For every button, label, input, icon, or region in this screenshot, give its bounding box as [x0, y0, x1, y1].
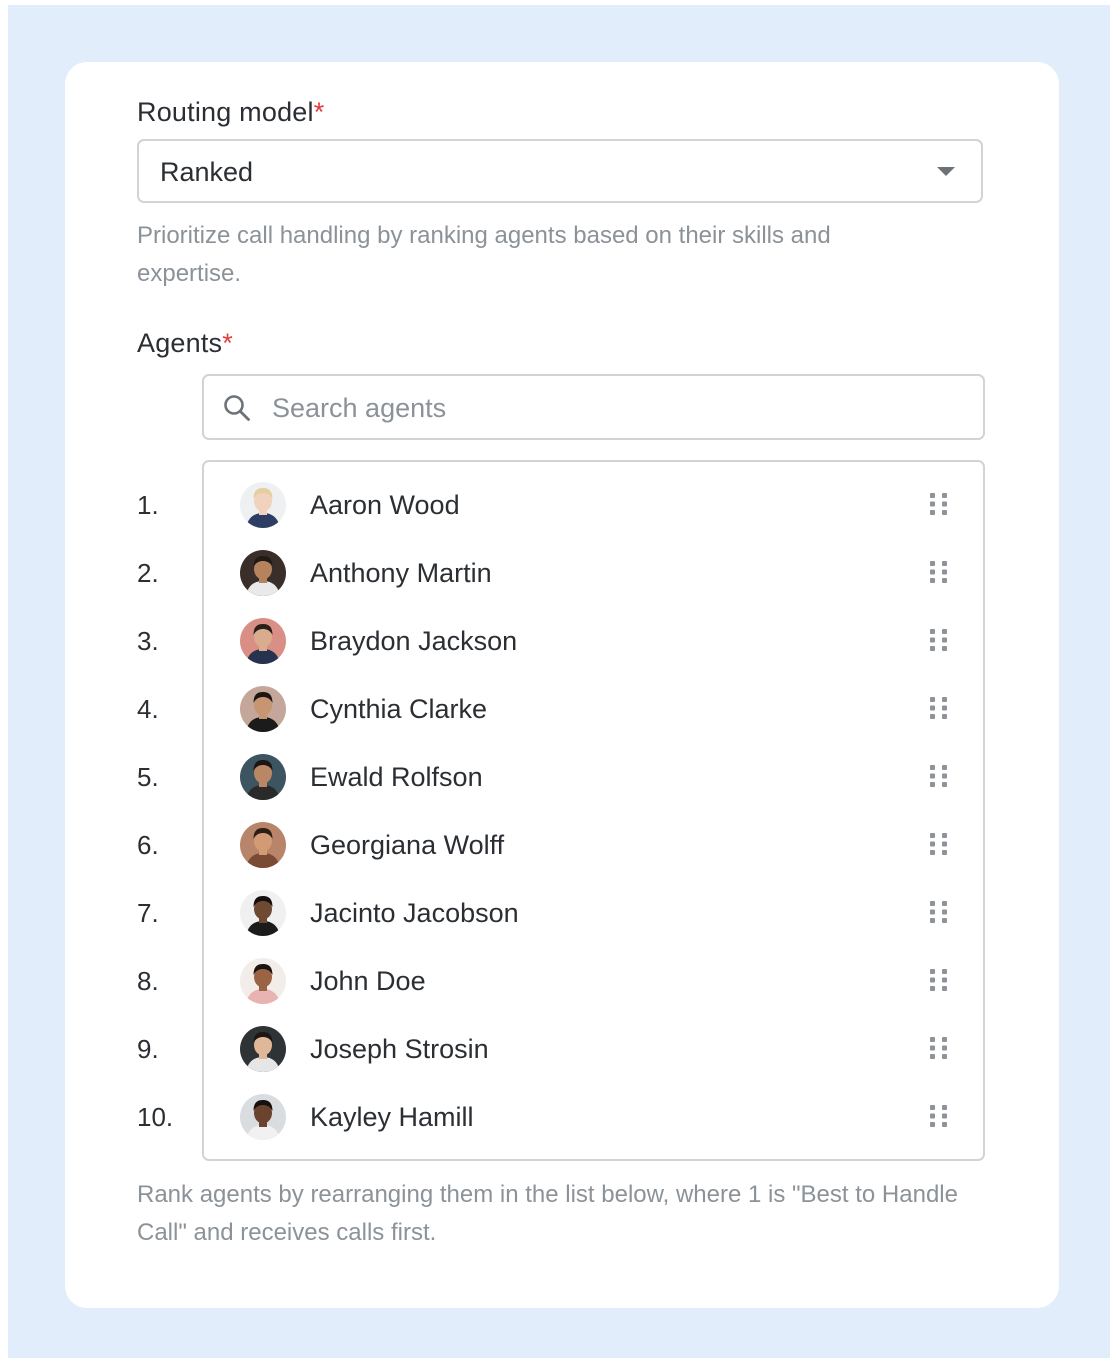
drag-handle-icon[interactable]	[928, 491, 950, 521]
avatar	[240, 822, 286, 868]
agent-name: Anthony Martin	[310, 558, 492, 588]
avatar	[240, 482, 286, 528]
rank-number: 6.	[137, 830, 159, 860]
agent-row[interactable]: Jacinto Jacobson	[204, 879, 983, 947]
drag-handle-icon[interactable]	[928, 627, 950, 657]
rank-number: 2.	[137, 558, 159, 588]
search-icon	[224, 395, 250, 421]
routing-model-value: Ranked	[160, 157, 254, 187]
routing-model-select[interactable]: Ranked	[137, 139, 983, 203]
avatar	[240, 1026, 286, 1072]
rank-number: 1.	[137, 490, 159, 520]
rank-number: 3.	[137, 626, 159, 656]
routing-model-label: Routing model*	[137, 97, 325, 127]
agent-name: Joseph Strosin	[310, 1034, 489, 1064]
agent-row[interactable]: Joseph Strosin	[204, 1015, 983, 1083]
drag-handle-icon[interactable]	[928, 1035, 950, 1065]
avatar	[240, 550, 286, 596]
drag-handle-icon[interactable]	[928, 899, 950, 929]
agents-label: Agents*	[137, 328, 233, 358]
agent-ranking-list: Aaron Wood Anthony Martin Braydon Jackson C…	[202, 460, 985, 1161]
drag-handle-icon[interactable]	[928, 1103, 950, 1133]
drag-handle-icon[interactable]	[928, 763, 950, 793]
agent-row[interactable]: Anthony Martin	[204, 539, 983, 607]
avatar	[240, 686, 286, 732]
avatar	[240, 754, 286, 800]
required-indicator: *	[222, 328, 233, 358]
agent-row[interactable]: Ewald Rolfson	[204, 743, 983, 811]
agent-name: Kayley Hamill	[310, 1102, 474, 1132]
rank-number: 4.	[137, 694, 159, 724]
agent-search-box[interactable]	[202, 374, 985, 440]
avatar	[240, 618, 286, 664]
drag-handle-icon[interactable]	[928, 695, 950, 725]
drag-handle-icon[interactable]	[928, 559, 950, 589]
agent-name: Braydon Jackson	[310, 626, 518, 656]
required-indicator: *	[313, 97, 325, 127]
agents-help: Rank agents by rearranging them in the l…	[137, 1181, 958, 1246]
agent-name: John Doe	[310, 966, 426, 996]
agent-row[interactable]: Braydon Jackson	[204, 607, 983, 675]
agent-name: Aaron Wood	[310, 490, 460, 520]
agent-name: Jacinto Jacobson	[310, 898, 519, 928]
agent-name: Cynthia Clarke	[310, 694, 488, 724]
rank-number: 10.	[137, 1102, 174, 1132]
agent-row[interactable]: Aaron Wood	[204, 471, 983, 539]
agent-name: Ewald Rolfson	[310, 762, 483, 792]
routing-model-help: Prioritize call handling by ranking agen…	[137, 222, 831, 287]
rank-number: 5.	[137, 762, 159, 792]
agent-row[interactable]: Kayley Hamill	[204, 1083, 983, 1151]
routing-settings-card: Routing model* Ranked Prioritize call ha…	[65, 62, 1059, 1308]
agent-row[interactable]: John Doe	[204, 947, 983, 1015]
search-input[interactable]	[270, 386, 954, 430]
avatar	[240, 1094, 286, 1140]
avatar	[240, 958, 286, 1004]
drag-handle-icon[interactable]	[928, 831, 950, 861]
rank-number: 9.	[137, 1034, 159, 1064]
agent-name: Georgiana Wolff	[310, 830, 505, 860]
agent-row[interactable]: Georgiana Wolff	[204, 811, 983, 879]
drag-handle-icon[interactable]	[928, 967, 950, 997]
avatar	[240, 890, 286, 936]
rank-number: 7.	[137, 898, 159, 928]
agent-row[interactable]: Cynthia Clarke	[204, 675, 983, 743]
chevron-down-icon[interactable]	[937, 167, 955, 176]
rank-number: 8.	[137, 966, 159, 996]
